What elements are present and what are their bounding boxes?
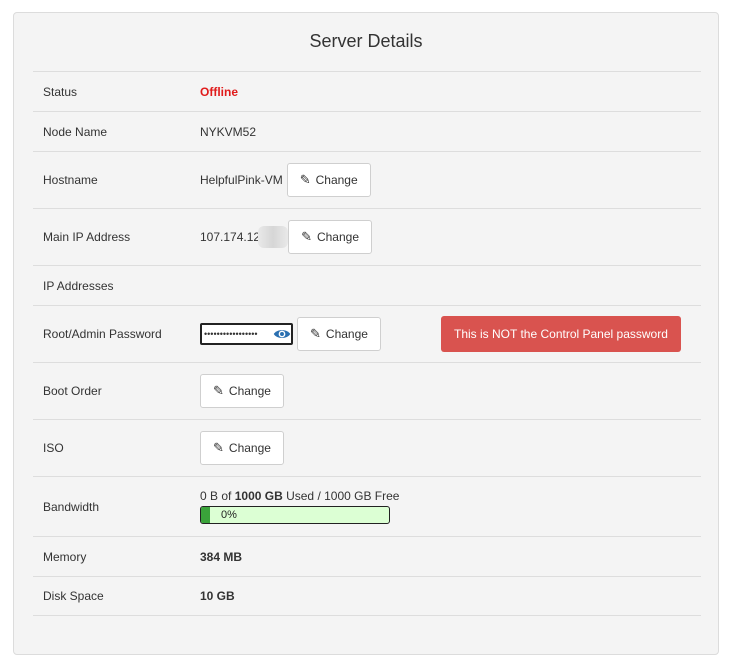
disk-space-value: 10 GB — [200, 589, 235, 603]
memory-label: Memory — [43, 549, 87, 564]
panel-title: Server Details — [309, 31, 423, 51]
pencil-icon: ✎ — [299, 172, 311, 187]
row-memory: Memory 384 MB — [33, 536, 701, 576]
change-password-label: Change — [325, 327, 368, 341]
change-password-button[interactable]: ✎ Change — [297, 317, 381, 351]
server-details-panel: Server Details Status Offline Node Name … — [13, 12, 719, 655]
row-boot-order: Boot Order ✎ Change — [33, 362, 701, 419]
row-ip-addresses: IP Addresses — [33, 265, 701, 305]
redacted-mask — [258, 226, 289, 248]
change-boot-order-button[interactable]: ✎ Change — [200, 374, 284, 408]
pencil-icon: ✎ — [301, 229, 312, 244]
row-bandwidth: Bandwidth 0 B of 1000 GB Used / 1000 GB … — [33, 476, 701, 536]
row-main-ip: Main IP Address 107.174.12 ✎ Change — [33, 208, 701, 265]
password-warning-badge: This is NOT the Control Panel password — [440, 316, 681, 352]
pencil-icon: ✎ — [213, 383, 224, 398]
node-name-label: Node Name — [43, 124, 108, 139]
main-ip-value: 107.174.12 — [200, 230, 261, 244]
row-iso: ISO ✎ Change — [33, 419, 701, 476]
password-label: Root/Admin Password — [43, 327, 162, 341]
eye-icon[interactable] — [273, 326, 291, 342]
ip-addresses-label: IP Addresses — [43, 278, 114, 293]
progress-fill — [201, 507, 211, 523]
status-value: Offline — [200, 84, 238, 99]
row-node-name: Node Name NYKVM52 — [33, 111, 701, 151]
change-main-ip-label: Change — [316, 230, 360, 244]
memory-value: 384 MB — [200, 549, 243, 564]
status-label: Status — [43, 84, 78, 99]
row-password: Root/Admin Password ••••••••••••••••• ✎ … — [33, 305, 701, 362]
bandwidth-of: of — [221, 489, 232, 503]
node-name-value: NYKVM52 — [200, 124, 257, 139]
row-hostname: Hostname HelpfulPink-VM ✎ Change — [33, 151, 701, 208]
bandwidth-label: Bandwidth — [43, 499, 100, 514]
change-iso-label: Change — [228, 441, 271, 455]
row-status: Status Offline — [33, 71, 701, 111]
bandwidth-total: 1000 GB — [234, 489, 283, 503]
pencil-icon: ✎ — [310, 326, 321, 341]
change-iso-button[interactable]: ✎ Change — [200, 431, 284, 465]
boot-order-label: Boot Order — [43, 384, 102, 398]
progress-text: 0% — [221, 509, 237, 521]
hostname-value: HelpfulPink-VM — [200, 173, 283, 187]
details-table: Status Offline Node Name NYKVM52 Hostnam… — [33, 71, 701, 616]
change-hostname-label: Change — [315, 173, 358, 187]
bandwidth-progress-bar: 0% — [200, 506, 390, 524]
change-main-ip-button[interactable]: ✎ Change — [288, 220, 373, 254]
disk-space-label: Disk Space — [43, 589, 104, 603]
bandwidth-used: 0 B — [200, 489, 219, 503]
hostname-label: Hostname — [43, 173, 98, 187]
pencil-icon: ✎ — [213, 440, 224, 455]
row-disk-space: Disk Space 10 GB — [33, 576, 701, 616]
main-ip-label: Main IP Address — [43, 230, 131, 244]
bandwidth-suffix: Used / 1000 GB Free — [286, 489, 400, 503]
iso-label: ISO — [43, 441, 64, 455]
change-boot-order-label: Change — [228, 384, 271, 398]
bandwidth-text: 0 B of 1000 GB Used / 1000 GB Free — [200, 489, 399, 503]
change-hostname-button[interactable]: ✎ Change — [286, 163, 371, 197]
